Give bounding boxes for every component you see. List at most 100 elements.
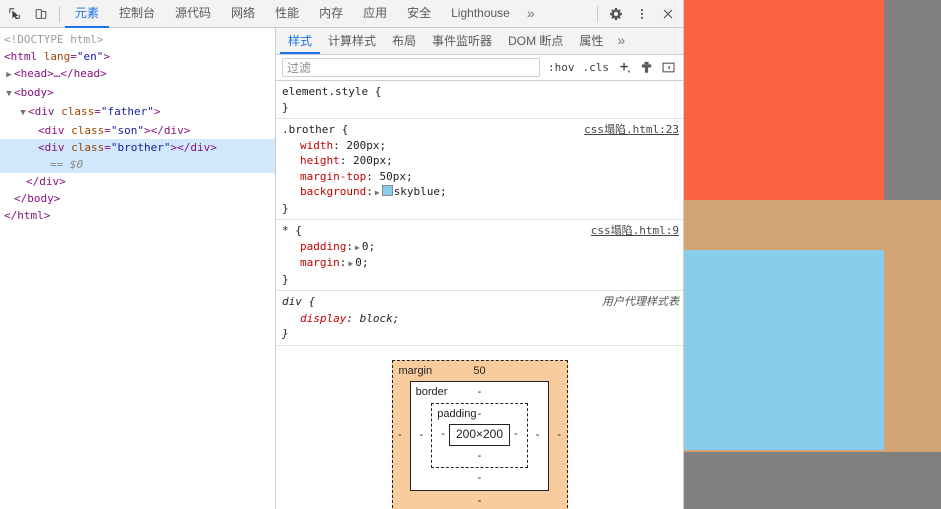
box-model-padding-bottom-value[interactable]: - [437,448,521,465]
decl-universal-margin-value[interactable]: 0 [355,256,362,269]
dom-row-body[interactable]: ▼ <body> [0,84,275,103]
box-model-content-size[interactable]: 200×200 [448,424,511,446]
box-model-padding-left-value[interactable]: - [437,427,449,443]
tab-elements[interactable]: 元素 [65,0,110,28]
box-model-padding[interactable]: padding - - 200×200 - - [431,402,528,468]
decl-universal-padding[interactable]: padding: ▶ 0; [282,239,679,256]
close-icon[interactable] [655,1,681,27]
box-model-margin-right-value[interactable]: - [553,428,565,444]
tab-lighthouse[interactable]: Lighthouse [441,0,520,28]
tab-security[interactable]: 安全 [397,0,441,28]
rule-universal-selector-text: * [282,224,289,237]
tab-lighthouse-label: Lighthouse [451,5,510,20]
expand-shorthand-icon[interactable]: ▶ [373,188,382,197]
new-style-rule-button[interactable] [613,58,635,78]
rule-brother-source-link[interactable]: css塌陷.html:23 [576,122,679,138]
rule-div-selector-text: div [282,295,302,308]
tab-styles[interactable]: 样式 [280,28,321,54]
gear-icon[interactable] [603,1,629,27]
dom-row-html[interactable]: <html lang="en"> [0,48,275,65]
expand-padding-shorthand-icon[interactable]: ▶ [353,243,362,252]
dom-row-brother[interactable]: <div class="brother"></div> [0,139,275,156]
html-attr-eq: = [70,50,77,63]
decl-universal-margin[interactable]: margin: ▶ 0; [282,255,679,272]
tab-network[interactable]: 网络 [221,0,265,28]
rule-universal-close: } [282,272,289,286]
tab-sources[interactable]: 源代码 [165,0,221,28]
rule-universal-selector[interactable]: * { [282,223,302,239]
rule-element-style[interactable]: element.style { } [276,81,683,119]
hov-toggle-button[interactable]: :hov [544,61,579,74]
dom-row-head[interactable]: ▶ <head>…</head> [0,65,275,84]
cls-toggle-button[interactable]: .cls [579,61,614,74]
box-model-border-right-value[interactable]: - [532,428,544,444]
box-model-border-left-value[interactable]: - [416,428,428,444]
tab-application[interactable]: 应用 [353,0,397,28]
sidebar-toggle-icon[interactable] [657,58,679,78]
decl-brother-margin-top[interactable]: margin-top: 50px; [282,169,679,185]
tab-properties[interactable]: 属性 [571,28,611,54]
son-attr-name: class [71,124,105,137]
dom-row-father[interactable]: ▼ <div class="father"> [0,103,275,122]
decl-brother-width[interactable]: width: 200px; [282,138,679,154]
son-tag-name: div [44,124,65,137]
tab-event-listeners[interactable]: 事件监听器 [424,28,500,54]
tab-layout[interactable]: 布局 [384,28,424,54]
toolbar-divider-right [597,5,598,22]
dom-row-son[interactable]: <div class="son"></div> [0,122,275,139]
head-twisty-collapsed-icon[interactable]: ▶ [4,67,14,84]
styles-filter-input[interactable]: 过滤 [282,58,540,77]
decl-brother-width-value[interactable]: 200px [346,139,379,152]
dom-row-doctype[interactable]: <!DOCTYPE html> [0,31,275,48]
box-model-margin[interactable]: margin 50 - border - - padding - - 200×2… [391,359,568,509]
tab-console-label: 控制台 [119,6,156,20]
body-close-bracket: > [47,86,54,99]
doctype-text: <!DOCTYPE html> [4,33,104,46]
decl-brother-background[interactable]: background: ▶ skyblue; [282,184,679,201]
head-collapsed-text: <head>…</head> [14,67,107,80]
father-twisty-expanded-icon[interactable]: ▼ [18,105,28,122]
decl-brother-margin-top-value[interactable]: 50px [379,170,406,183]
decl-brother-background-value[interactable]: skyblue [394,185,440,198]
tab-computed[interactable]: 计算样式 [320,28,384,54]
expand-margin-shorthand-icon[interactable]: ▶ [346,259,355,268]
box-model-padding-right-value[interactable]: - [510,427,522,443]
body-twisty-expanded-icon[interactable]: ▼ [4,86,14,103]
dom-tree-panel[interactable]: <!DOCTYPE html> <html lang="en"> ▶ <head>… [0,28,276,509]
rule-brother-selector[interactable]: .brother { [282,122,348,138]
device-toolbar-icon[interactable] [28,1,54,27]
decl-brother-height[interactable]: height: 200px; [282,153,679,169]
box-model-border-top-value[interactable]: - [478,385,482,401]
tab-console[interactable]: 控制台 [109,0,165,28]
tab-memory[interactable]: 内存 [309,0,353,28]
decl-universal-padding-value[interactable]: 0 [362,240,369,253]
print-style-icon[interactable] [635,58,657,78]
rule-universal-source-link[interactable]: css塌陷.html:9 [583,223,679,239]
box-model-margin-bottom-value[interactable]: - [399,493,561,509]
rule-div-user-agent[interactable]: div { 用户代理样式表 display: block; } [276,291,683,346]
rule-universal[interactable]: * { css塌陷.html:9 padding: ▶ 0; margin: ▶ 0; … [276,220,683,291]
box-model-margin-left-value[interactable]: - [394,428,406,444]
dom-row-father-close[interactable]: </div> [0,173,275,190]
rule-brother[interactable]: .brother { css塌陷.html:23 width: 200px; h… [276,119,683,220]
devtools-body: <!DOCTYPE html> <html lang="en"> ▶ <head>… [0,28,683,509]
tab-performance[interactable]: 性能 [265,0,309,28]
box-model-border[interactable]: border - - padding - - 200×200 - - - - [409,381,550,491]
box-model-border-bottom-value[interactable]: - [416,470,544,487]
tab-dom-breakpoints[interactable]: DOM 断点 [500,28,571,54]
rule-element-style-selector[interactable]: element.style { [282,84,381,100]
dom-row-html-close[interactable]: </html> [0,207,275,224]
dom-row-selection-marker: == $0 [0,156,275,173]
kebab-menu-icon[interactable] [629,1,655,27]
styles-more-tabs-chevron-icon[interactable]: » [611,28,631,54]
box-model-padding-label: padding [437,407,477,420]
decl-brother-height-value[interactable]: 200px [353,154,386,167]
brother-tag-name: div [44,141,65,154]
box-model[interactable]: margin 50 - border - - padding - - 200×2… [391,359,568,509]
inspect-cursor-icon[interactable] [2,1,28,27]
dom-row-body-close[interactable]: </body> [0,190,275,207]
more-tabs-chevron-icon[interactable]: » [520,0,542,28]
color-swatch[interactable] [381,185,393,196]
box-model-margin-top-value[interactable]: 50 [473,364,485,380]
box-model-padding-top-value[interactable]: - [478,407,482,423]
